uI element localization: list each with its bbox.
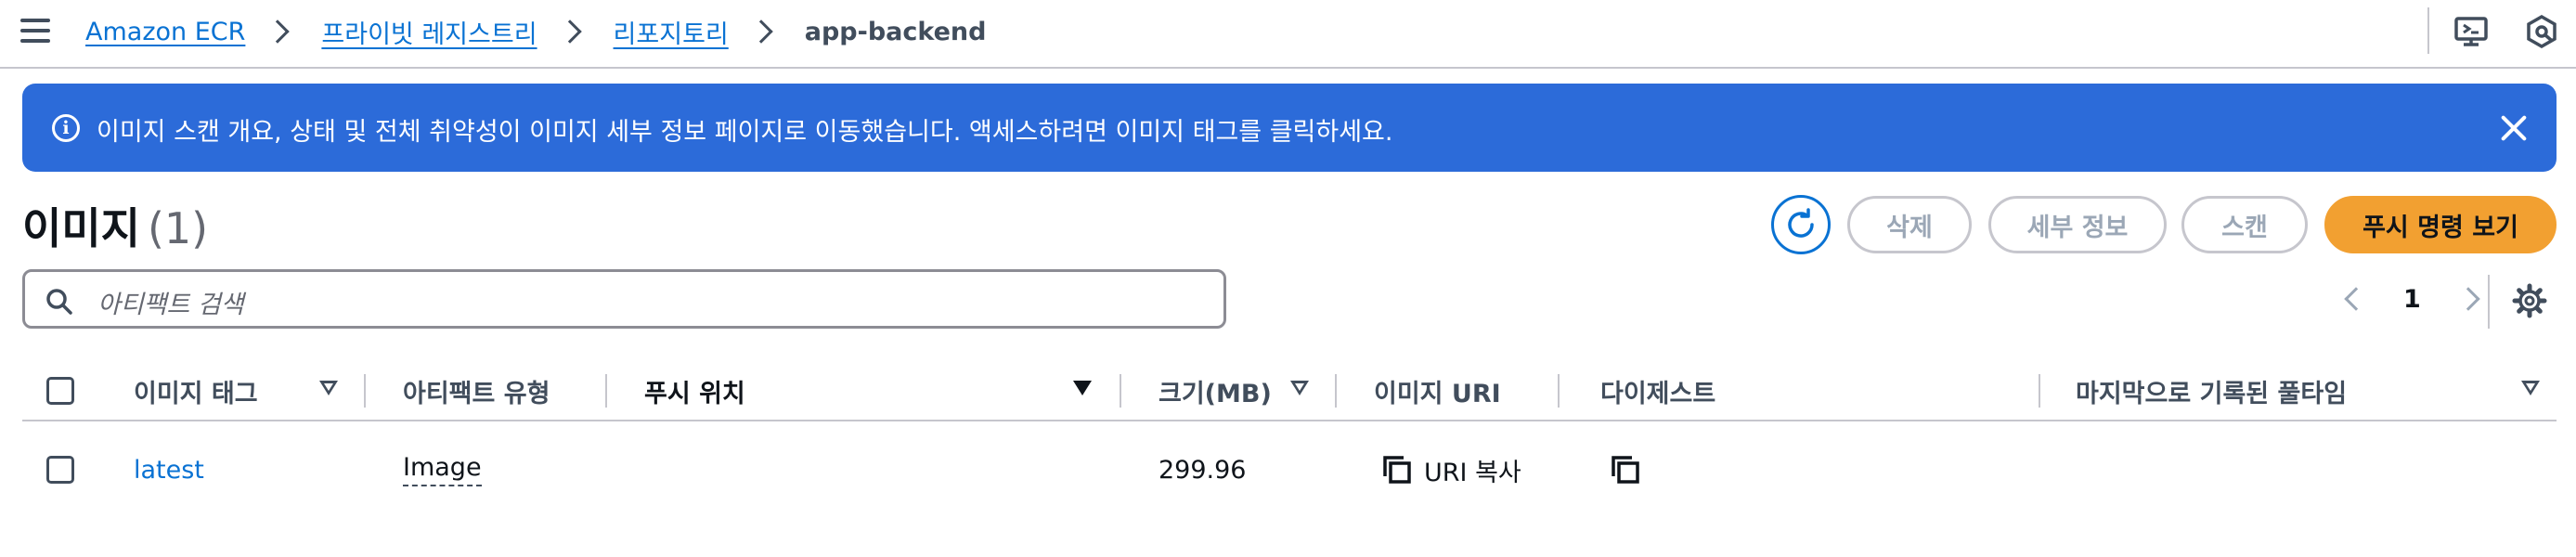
- image-uri-cell: URI 복사: [1381, 436, 1521, 503]
- chevron-right-icon: [749, 19, 773, 44]
- close-icon[interactable]: [2497, 111, 2531, 145]
- breadcrumb-current: app-backend: [804, 17, 987, 46]
- column-resizer[interactable]: [2039, 374, 2040, 408]
- view-push-commands-button[interactable]: 푸시 명령 보기: [2324, 196, 2557, 253]
- size-cell: 299.96: [1159, 455, 1247, 485]
- column-resizer[interactable]: [1120, 374, 1121, 408]
- image-tag-link[interactable]: latest: [134, 456, 204, 485]
- screen-share-icon[interactable]: [2453, 13, 2490, 50]
- column-resizer[interactable]: [605, 374, 607, 408]
- pagination: 1: [2335, 278, 2490, 319]
- image-count: (1): [147, 203, 209, 253]
- page-title-text: 이미지: [22, 203, 140, 253]
- breadcrumb: Amazon ECR 프라이빗 레지스트리 리포지토리 app-backend: [85, 13, 986, 50]
- gear-icon[interactable]: [2512, 283, 2547, 318]
- column-resizer[interactable]: [364, 374, 366, 408]
- copy-digest-icon[interactable]: [1610, 454, 1641, 486]
- sort-icon[interactable]: [2521, 381, 2540, 395]
- column-resizer[interactable]: [1558, 374, 1560, 408]
- digest-cell: [1610, 436, 1652, 503]
- image-tag-cell: latest: [134, 436, 204, 503]
- column-header-artifact-type[interactable]: 아티팩트 유형: [403, 360, 550, 421]
- search-input[interactable]: 아티팩트 검색: [22, 269, 1226, 329]
- breadcrumb-private-registry[interactable]: 프라이빗 레지스트리: [321, 14, 537, 50]
- column-header-digest[interactable]: 다이제스트: [1600, 360, 1715, 421]
- refresh-button[interactable]: [1771, 195, 1831, 254]
- next-page-icon[interactable]: [2456, 287, 2480, 311]
- divider: [2427, 7, 2429, 54]
- column-header-pushed-at[interactable]: 푸시 위치: [644, 360, 745, 421]
- column-header-image-uri[interactable]: 이미지 URI: [1374, 360, 1501, 421]
- sort-descending-icon[interactable]: [1073, 381, 1092, 395]
- flash-message: 이미지 스캔 개요, 상태 및 전체 취약성이 이미지 세부 정보 페이지로 이…: [97, 118, 1393, 147]
- chevron-right-icon: [557, 19, 582, 44]
- column-header-image-tag[interactable]: 이미지 태그: [134, 360, 258, 421]
- previous-page-icon[interactable]: [2344, 287, 2368, 311]
- select-all-checkbox[interactable]: [46, 377, 74, 405]
- delete-button[interactable]: 삭제: [1847, 196, 1972, 253]
- top-navigation-bar: Amazon ECR 프라이빗 레지스트리 리포지토리 app-backend: [0, 0, 2576, 69]
- column-resizer[interactable]: [1335, 374, 1337, 408]
- row-checkbox[interactable]: [46, 456, 74, 484]
- search-placeholder: 아티팩트 검색: [97, 291, 244, 319]
- column-header-size[interactable]: 크기(MB): [1159, 360, 1272, 421]
- chevron-right-icon: [265, 19, 291, 44]
- info-icon: i: [52, 114, 80, 142]
- search-icon: [46, 289, 72, 315]
- copy-uri-label[interactable]: URI 복사: [1424, 452, 1521, 488]
- artifact-type-value[interactable]: Image: [403, 453, 482, 486]
- breadcrumb-repositories[interactable]: 리포지토리: [614, 14, 729, 50]
- artifact-type-cell: Image: [403, 436, 482, 503]
- details-button[interactable]: 세부 정보: [1988, 196, 2167, 253]
- sort-icon[interactable]: [1290, 381, 1309, 395]
- sort-icon[interactable]: [319, 381, 338, 395]
- refresh-icon: [1788, 208, 1814, 238]
- table-row: latest Image 299.96 URI 복사: [22, 436, 2557, 503]
- column-header-last-pulled[interactable]: 마지막으로 기록된 풀타임: [2076, 360, 2347, 421]
- scan-button[interactable]: 스캔: [2181, 196, 2308, 253]
- info-flashbar: i 이미지 스캔 개요, 상태 및 전체 취약성이 이미지 세부 정보 페이지로…: [22, 84, 2557, 172]
- settings-hex-icon[interactable]: [2523, 13, 2560, 50]
- menu-icon[interactable]: [20, 19, 50, 43]
- divider: [2488, 275, 2490, 329]
- page-number[interactable]: 1: [2403, 285, 2421, 314]
- page-title: 이미지 (1): [22, 195, 208, 256]
- breadcrumb-amazon-ecr[interactable]: Amazon ECR: [85, 18, 245, 46]
- table-header: 이미지 태그 아티팩트 유형 푸시 위치 크기(MB) 이미지 URI 다이제스…: [22, 360, 2557, 421]
- copy-icon[interactable]: [1381, 454, 1413, 486]
